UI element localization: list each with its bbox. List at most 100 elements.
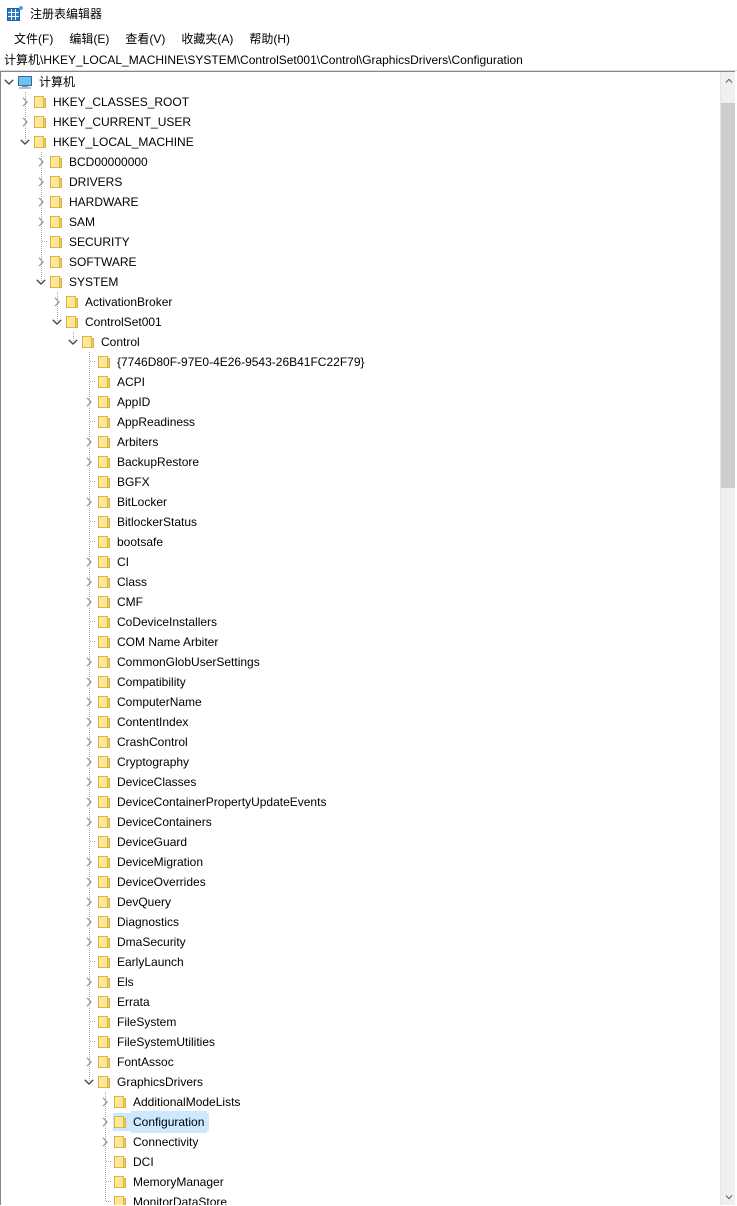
expander-collapsed-icon[interactable] bbox=[33, 194, 49, 210]
tree-item[interactable]: 计算机 bbox=[1, 72, 711, 92]
tree-item[interactable]: HKEY_CURRENT_USER bbox=[1, 112, 711, 132]
expander-collapsed-icon[interactable] bbox=[81, 654, 97, 670]
expander-expanded-icon[interactable] bbox=[17, 134, 33, 150]
expander-collapsed-icon[interactable] bbox=[81, 394, 97, 410]
expander-collapsed-icon[interactable] bbox=[81, 574, 97, 590]
tree-item[interactable]: COM Name Arbiter bbox=[1, 632, 711, 652]
tree-item[interactable]: Arbiters bbox=[1, 432, 711, 452]
expander-collapsed-icon[interactable] bbox=[81, 854, 97, 870]
tree-item[interactable]: bootsafe bbox=[1, 532, 711, 552]
expander-collapsed-icon[interactable] bbox=[81, 894, 97, 910]
menu-view[interactable]: 查看(V) bbox=[117, 29, 173, 49]
tree-item[interactable]: Errata bbox=[1, 992, 711, 1012]
tree-item[interactable]: ACPI bbox=[1, 372, 711, 392]
expander-expanded-icon[interactable] bbox=[49, 314, 65, 330]
tree-item[interactable]: MemoryManager bbox=[1, 1172, 711, 1192]
expander-collapsed-icon[interactable] bbox=[97, 1114, 113, 1130]
expander-collapsed-icon[interactable] bbox=[33, 214, 49, 230]
tree-item[interactable]: CI bbox=[1, 552, 711, 572]
tree-item[interactable]: HKEY_LOCAL_MACHINE bbox=[1, 132, 711, 152]
tree-item[interactable]: Compatibility bbox=[1, 672, 711, 692]
expander-collapsed-icon[interactable] bbox=[33, 174, 49, 190]
expander-collapsed-icon[interactable] bbox=[81, 814, 97, 830]
menu-help[interactable]: 帮助(H) bbox=[241, 29, 298, 49]
expander-collapsed-icon[interactable] bbox=[81, 934, 97, 950]
tree-item-selected[interactable]: Configuration bbox=[1, 1111, 711, 1133]
expander-collapsed-icon[interactable] bbox=[81, 554, 97, 570]
tree-item[interactable]: Class bbox=[1, 572, 711, 592]
expander-collapsed-icon[interactable] bbox=[81, 674, 97, 690]
expander-collapsed-icon[interactable] bbox=[33, 254, 49, 270]
tree-item[interactable]: Control bbox=[1, 332, 711, 352]
tree-item[interactable]: DeviceGuard bbox=[1, 832, 711, 852]
expander-collapsed-icon[interactable] bbox=[81, 714, 97, 730]
tree-item[interactable]: DevQuery bbox=[1, 892, 711, 912]
tree-item[interactable]: ComputerName bbox=[1, 692, 711, 712]
tree-item[interactable]: BCD00000000 bbox=[1, 152, 711, 172]
tree-item[interactable]: HARDWARE bbox=[1, 192, 711, 212]
expander-collapsed-icon[interactable] bbox=[81, 774, 97, 790]
expander-collapsed-icon[interactable] bbox=[81, 734, 97, 750]
tree-item[interactable]: DeviceOverrides bbox=[1, 872, 711, 892]
tree-item[interactable]: SAM bbox=[1, 212, 711, 232]
tree-item[interactable]: BGFX bbox=[1, 472, 711, 492]
expander-collapsed-icon[interactable] bbox=[81, 694, 97, 710]
tree-item[interactable]: ContentIndex bbox=[1, 712, 711, 732]
tree-item[interactable]: AppReadiness bbox=[1, 412, 711, 432]
expander-collapsed-icon[interactable] bbox=[81, 494, 97, 510]
tree-item[interactable]: BackupRestore bbox=[1, 452, 711, 472]
tree-item[interactable]: HKEY_CLASSES_ROOT bbox=[1, 92, 711, 112]
tree-item[interactable]: EarlyLaunch bbox=[1, 952, 711, 972]
tree-item[interactable]: SECURITY bbox=[1, 232, 711, 252]
expander-collapsed-icon[interactable] bbox=[81, 874, 97, 890]
tree-item[interactable]: Connectivity bbox=[1, 1132, 711, 1152]
tree-item[interactable]: SOFTWARE bbox=[1, 252, 711, 272]
expander-collapsed-icon[interactable] bbox=[81, 1054, 97, 1070]
tree-item[interactable]: DeviceContainers bbox=[1, 812, 711, 832]
menu-edit[interactable]: 编辑(E) bbox=[61, 29, 117, 49]
tree-item[interactable]: Els bbox=[1, 972, 711, 992]
expander-collapsed-icon[interactable] bbox=[33, 154, 49, 170]
address-bar[interactable]: 计算机\HKEY_LOCAL_MACHINE\SYSTEM\ControlSet… bbox=[0, 50, 737, 71]
expander-collapsed-icon[interactable] bbox=[81, 754, 97, 770]
tree-item[interactable]: DeviceContainerPropertyUpdateEvents bbox=[1, 792, 711, 812]
tree-item[interactable]: MonitorDataStore bbox=[1, 1192, 711, 1206]
expander-expanded-icon[interactable] bbox=[65, 334, 81, 350]
tree-item[interactable]: CMF bbox=[1, 592, 711, 612]
tree-item[interactable]: DeviceClasses bbox=[1, 772, 711, 792]
tree-item[interactable]: ActivationBroker bbox=[1, 292, 711, 312]
tree-item[interactable]: ControlSet001 bbox=[1, 312, 711, 332]
tree-item[interactable]: Cryptography bbox=[1, 752, 711, 772]
expander-collapsed-icon[interactable] bbox=[97, 1134, 113, 1150]
expander-collapsed-icon[interactable] bbox=[81, 434, 97, 450]
tree-item[interactable]: FileSystem bbox=[1, 1012, 711, 1032]
tree-item[interactable]: BitlockerStatus bbox=[1, 512, 711, 532]
tree-item[interactable]: {7746D80F-97E0-4E26-9543-26B41FC22F79} bbox=[1, 352, 711, 372]
tree-item[interactable]: AppID bbox=[1, 392, 711, 412]
tree-item[interactable]: CoDeviceInstallers bbox=[1, 612, 711, 632]
tree-item[interactable]: AdditionalModeLists bbox=[1, 1092, 711, 1112]
expander-collapsed-icon[interactable] bbox=[81, 974, 97, 990]
expander-collapsed-icon[interactable] bbox=[97, 1094, 113, 1110]
tree-item[interactable]: FontAssoc bbox=[1, 1052, 711, 1072]
tree-item[interactable]: Diagnostics bbox=[1, 912, 711, 932]
tree-item[interactable]: FileSystemUtilities bbox=[1, 1032, 711, 1052]
expander-collapsed-icon[interactable] bbox=[81, 594, 97, 610]
expander-collapsed-icon[interactable] bbox=[81, 994, 97, 1010]
expander-collapsed-icon[interactable] bbox=[17, 94, 33, 110]
tree-item[interactable]: DeviceMigration bbox=[1, 852, 711, 872]
expander-collapsed-icon[interactable] bbox=[49, 294, 65, 310]
expander-expanded-icon[interactable] bbox=[1, 74, 17, 90]
tree-item[interactable]: BitLocker bbox=[1, 492, 711, 512]
expander-expanded-icon[interactable] bbox=[33, 274, 49, 290]
tree-item[interactable]: DCI bbox=[1, 1152, 711, 1172]
tree-item[interactable]: CrashControl bbox=[1, 732, 711, 752]
expander-collapsed-icon[interactable] bbox=[17, 114, 33, 130]
tree-item[interactable]: DRIVERS bbox=[1, 172, 711, 192]
tree-item[interactable]: DmaSecurity bbox=[1, 932, 711, 952]
menu-file[interactable]: 文件(F) bbox=[6, 29, 61, 49]
expander-expanded-icon[interactable] bbox=[81, 1074, 97, 1090]
tree-item[interactable]: SYSTEM bbox=[1, 272, 711, 292]
expander-collapsed-icon[interactable] bbox=[81, 794, 97, 810]
expander-collapsed-icon[interactable] bbox=[81, 914, 97, 930]
